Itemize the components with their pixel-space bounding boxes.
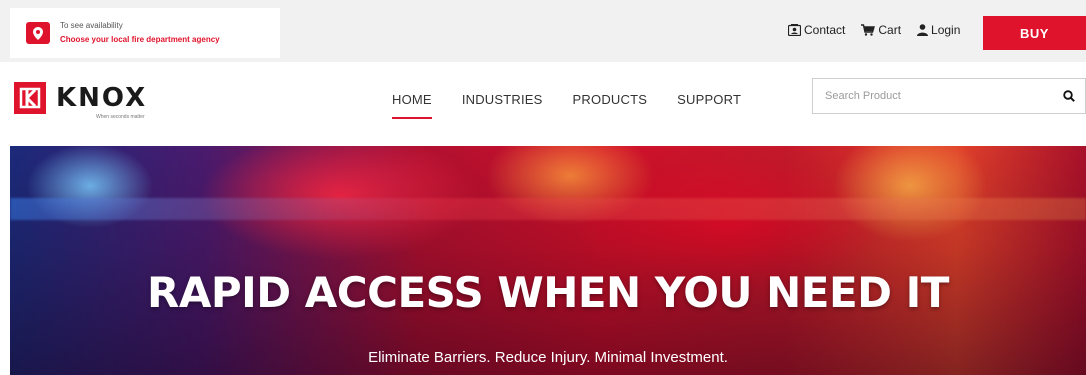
agency-selector[interactable]: To see availability Choose your local fi… xyxy=(10,8,280,58)
contact-icon xyxy=(788,24,801,36)
brand-tagline: When seconds matter xyxy=(96,114,145,120)
nav-item-products[interactable]: PRODUCTS xyxy=(573,92,648,119)
buy-button[interactable]: BUY xyxy=(983,16,1086,50)
choose-agency-link[interactable]: Choose your local fire department agency xyxy=(60,34,220,46)
cart-label: Cart xyxy=(878,23,902,37)
availability-label: To see availability xyxy=(60,21,123,30)
login-link[interactable]: Login xyxy=(917,23,960,37)
contact-link[interactable]: Contact xyxy=(788,23,845,37)
hero-overlay xyxy=(10,146,1086,375)
map-pin-icon xyxy=(26,22,50,44)
nav-item-industries[interactable]: INDUSTRIES xyxy=(462,92,543,119)
hero-banner: RAPID ACCESS WHEN YOU NEED IT Eliminate … xyxy=(10,146,1086,375)
search-box xyxy=(812,78,1086,114)
page: To see availability Choose your local fi… xyxy=(0,0,1086,375)
brand-name: KNOX xyxy=(56,83,148,113)
user-icon xyxy=(917,24,929,36)
search-icon xyxy=(1063,90,1075,102)
agency-selector-text: To see availability Choose your local fi… xyxy=(60,20,220,46)
main-navbar: KNOX When seconds matter HOME INDUSTRIES… xyxy=(0,62,1086,142)
search-input[interactable] xyxy=(813,79,1053,113)
nav-item-support[interactable]: SUPPORT xyxy=(677,92,741,119)
hero-title: RAPID ACCESS WHEN YOU NEED IT xyxy=(147,268,949,317)
cart-link[interactable]: Cart xyxy=(861,23,901,37)
knox-logo[interactable]: KNOX xyxy=(14,82,147,114)
utility-links: Contact Cart Login xyxy=(788,23,976,37)
knox-logo-mark xyxy=(14,82,46,114)
contact-label: Contact xyxy=(804,23,846,37)
nav-item-home[interactable]: HOME xyxy=(392,92,432,119)
utility-bar: To see availability Choose your local fi… xyxy=(0,0,1086,62)
cart-icon xyxy=(861,24,876,36)
search-button[interactable] xyxy=(1053,79,1085,113)
primary-nav: HOME INDUSTRIES PRODUCTS SUPPORT xyxy=(392,92,771,119)
hero-subtitle: Eliminate Barriers. Reduce Injury. Minim… xyxy=(368,349,728,366)
login-label: Login xyxy=(931,23,961,37)
